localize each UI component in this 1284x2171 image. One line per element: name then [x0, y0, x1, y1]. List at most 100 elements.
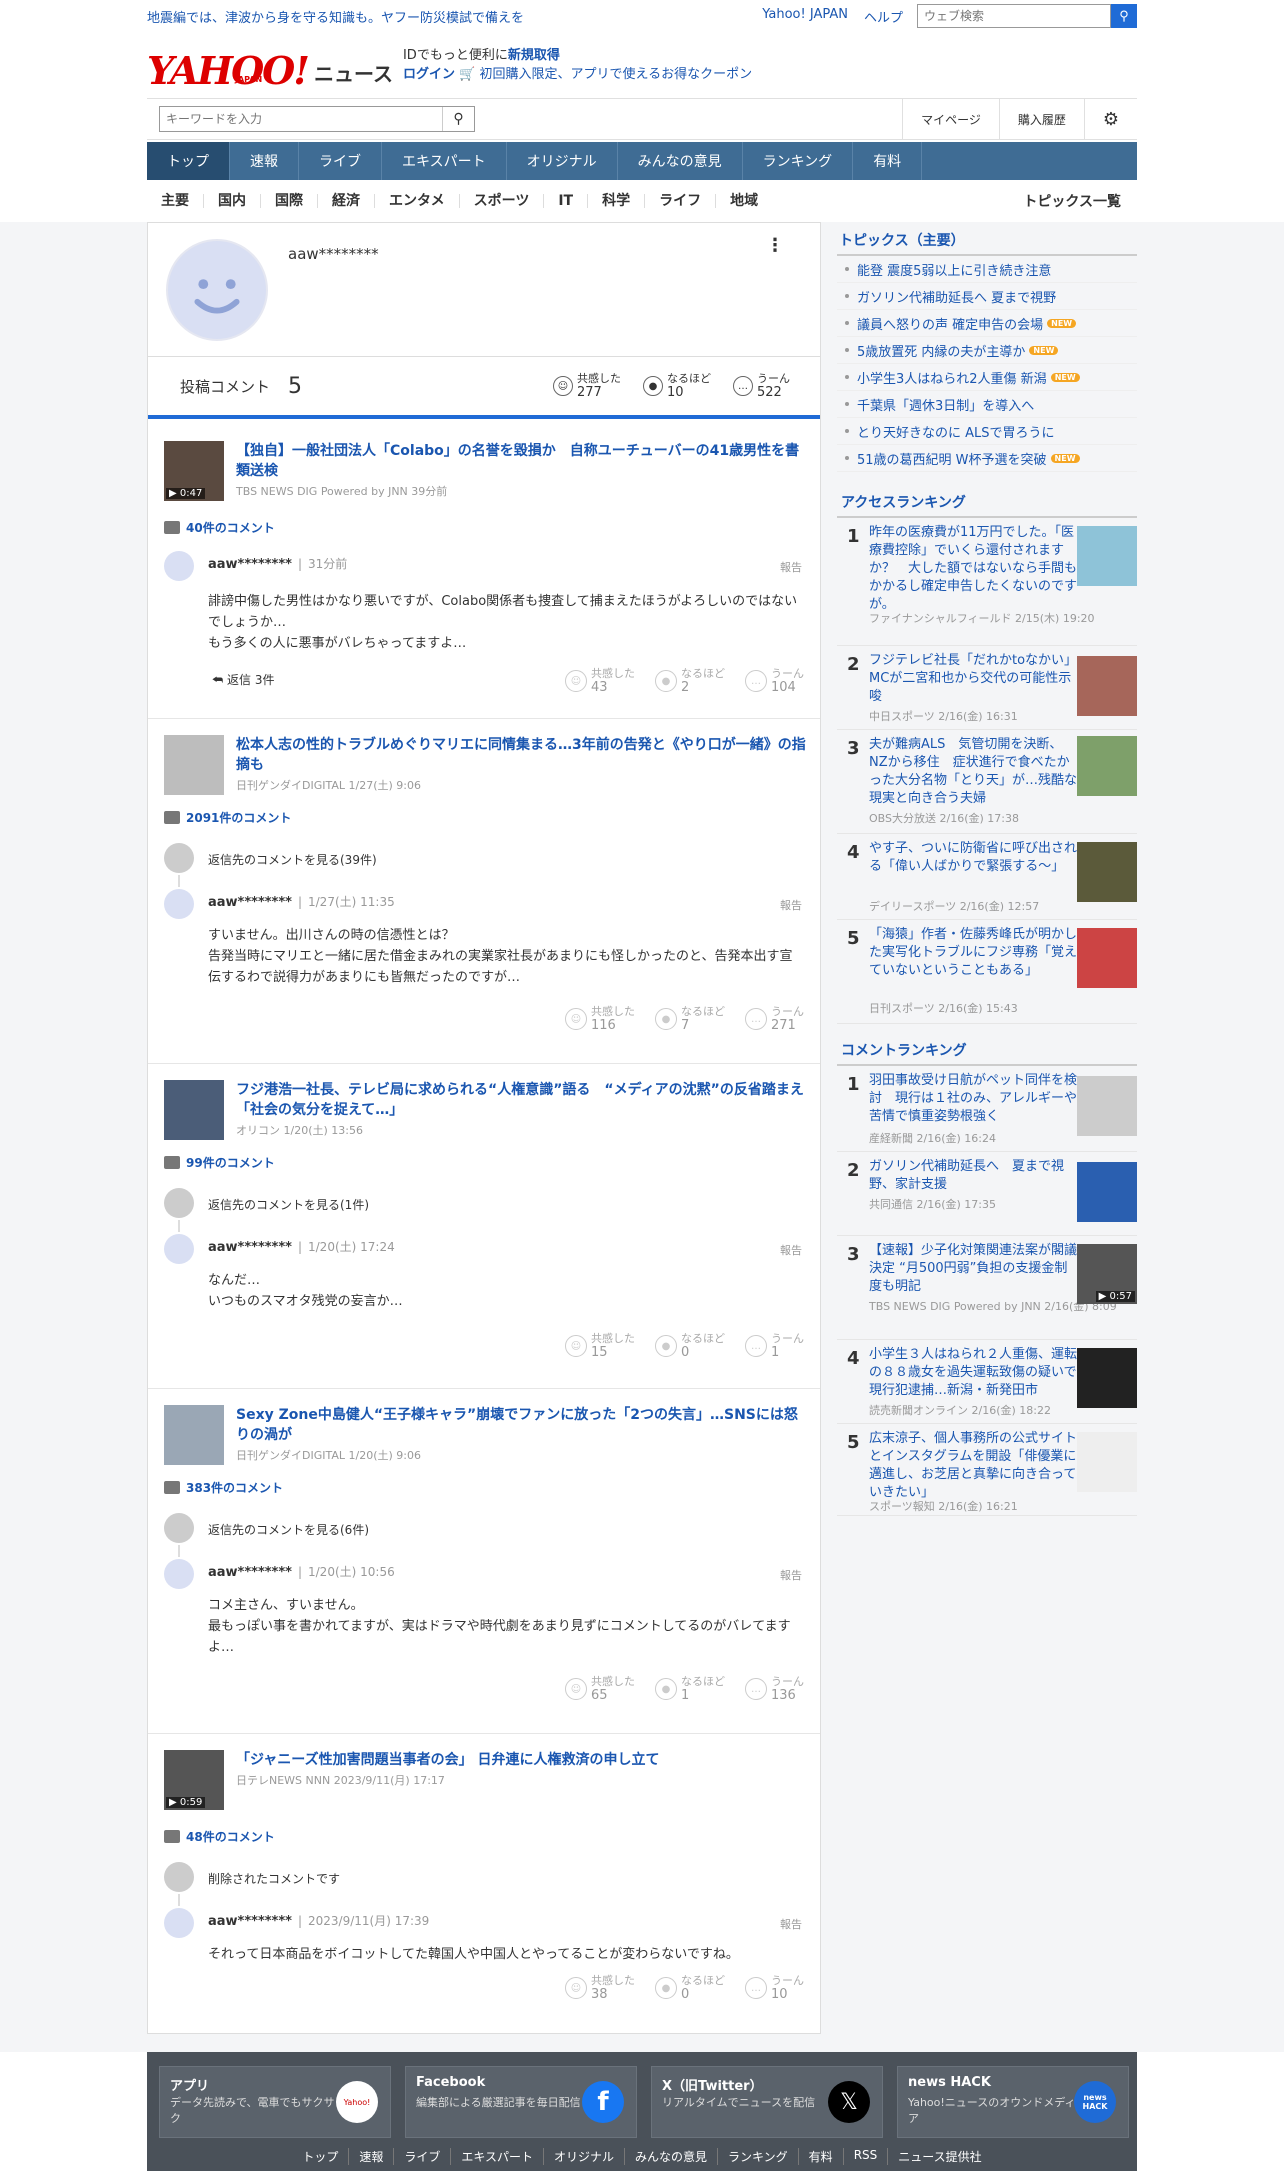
- nav-live[interactable]: ライブ: [299, 142, 382, 180]
- footer-link-breaking[interactable]: 速報: [349, 2148, 395, 2165]
- nav-original[interactable]: オリジナル: [507, 142, 618, 180]
- footer-link-original[interactable]: オリジナル: [544, 2148, 626, 2165]
- footer-newshack-card[interactable]: news HACK Yahoo!ニュースのオウンドメディア news HACK: [897, 2066, 1129, 2138]
- nod-button[interactable]: ● なるほど 0: [655, 1332, 725, 1360]
- article-thumbnail[interactable]: [164, 1405, 224, 1465]
- nav-ranking[interactable]: ランキング: [743, 142, 854, 180]
- ranking-item[interactable]: 5 広末涼子、個人事務所の公式サイトとインスタグラムを開設「俳優業に邁進し、お芝居…: [837, 1424, 1137, 1516]
- article-thumbnail[interactable]: [164, 1080, 224, 1140]
- comment-count-link[interactable]: 2091件のコメント: [164, 809, 291, 826]
- hmm-button[interactable]: … うーん 1: [745, 1332, 804, 1360]
- ranking-item[interactable]: 3 夫が難病ALS 気管切開を決断、NZから移住 症状進行で食べたかった大分名物「…: [837, 730, 1137, 834]
- gear-icon[interactable]: ⚙: [1083, 99, 1137, 139]
- cat-entertainment[interactable]: エンタメ: [375, 194, 460, 208]
- reply-button[interactable]: ⮪ 返信 3件: [212, 671, 274, 688]
- report-link[interactable]: 報告: [780, 1567, 802, 1583]
- topic-item[interactable]: 能登 震度5弱以上に引き続き注意: [837, 256, 1137, 283]
- footer-facebook-card[interactable]: Facebook 編集部による厳選記事を毎日配信 f: [405, 2066, 637, 2138]
- topic-item[interactable]: 51歳の葛西紀明 W杯予選を突破 NEW: [837, 445, 1137, 472]
- comment-count-link[interactable]: 40件のコメント: [164, 519, 275, 536]
- topics-heading[interactable]: トピックス（主要）: [837, 222, 1137, 256]
- parent-comment-link[interactable]: 返信先のコメントを見る(39件): [208, 851, 377, 868]
- ranking-item[interactable]: 2 ガソリン代補助延長へ 夏まで視野、家計支援 共同通信 2/16(金) 17:35: [837, 1152, 1137, 1236]
- signup-link[interactable]: 新規取得: [508, 48, 560, 63]
- footer-link-rss[interactable]: RSS: [844, 2148, 889, 2165]
- cat-main[interactable]: 主要: [147, 194, 204, 208]
- nav-expert[interactable]: エキスパート: [382, 142, 507, 180]
- article-thumbnail[interactable]: [164, 735, 224, 795]
- cat-world[interactable]: 国際: [261, 194, 318, 208]
- cat-life[interactable]: ライフ: [645, 194, 717, 208]
- nav-top[interactable]: トップ: [147, 142, 230, 180]
- footer-link-paid[interactable]: 有料: [799, 2148, 844, 2165]
- comment-count-link[interactable]: 99件のコメント: [164, 1154, 275, 1171]
- footer-link-expert[interactable]: エキスパート: [451, 2148, 544, 2165]
- ranking-item[interactable]: 1 羽田事故受け日航がペット同伴を検討 現行は１社のみ、アレルギーや苦情で慎重姿勢…: [837, 1066, 1137, 1152]
- comment-count-link[interactable]: 48件のコメント: [164, 1828, 275, 1845]
- nav-opinion[interactable]: みんなの意見: [618, 142, 743, 180]
- topics-list-link[interactable]: トピックス一覧: [1023, 191, 1121, 211]
- report-link[interactable]: 報告: [780, 1242, 802, 1258]
- footer-x-card[interactable]: X（旧Twitter） リアルタイムでニュースを配信 𝕏: [651, 2066, 883, 2138]
- parent-comment-link[interactable]: 返信先のコメントを見る(1件): [208, 1196, 369, 1213]
- cat-sports[interactable]: スポーツ: [460, 194, 545, 208]
- disaster-promo-link[interactable]: 地震編では、津波から身を守る知識も。ヤフー防災模試で備えを: [147, 7, 762, 26]
- hmm-button[interactable]: … うーん 10: [745, 1974, 804, 2002]
- article-title-link[interactable]: Sexy Zone中島健人“王子様キャラ”崩壊でファンに放った「2つの失言」…S…: [236, 1405, 806, 1445]
- cat-domestic[interactable]: 国内: [204, 194, 261, 208]
- hmm-button[interactable]: … うーん 104: [745, 667, 804, 695]
- login-link[interactable]: ログイン: [403, 67, 455, 82]
- topic-item[interactable]: 議員へ怒りの声 確定申告の会場 NEW: [837, 310, 1137, 337]
- agree-button[interactable]: ☺ 共感した 15: [565, 1332, 635, 1360]
- mypage-link[interactable]: マイページ: [902, 99, 999, 139]
- report-link[interactable]: 報告: [780, 897, 802, 913]
- article-title-link[interactable]: フジ港浩一社長、テレビ局に求められる“人権意識”語る “メディアの沈黙”の反省踏…: [236, 1080, 806, 1120]
- access-ranking-heading[interactable]: アクセスランキング: [837, 484, 1137, 518]
- topic-item[interactable]: 5歳放置死 内縁の夫が主導か NEW: [837, 337, 1137, 364]
- footer-link-providers[interactable]: ニュース提供社: [888, 2148, 991, 2165]
- nod-button[interactable]: ● なるほど 0: [655, 1974, 725, 2002]
- article-thumbnail[interactable]: ▶ 0:47: [164, 441, 224, 501]
- help-link[interactable]: ヘルプ: [864, 7, 903, 26]
- footer-link-top[interactable]: トップ: [292, 2148, 350, 2165]
- article-thumbnail[interactable]: ▶ 0:59: [164, 1750, 224, 1810]
- agree-button[interactable]: ☺ 共感した 38: [565, 1974, 635, 2002]
- cat-it[interactable]: IT: [544, 194, 589, 208]
- hmm-button[interactable]: … うーん 136: [745, 1675, 804, 1703]
- purchase-history-link[interactable]: 購入履歴: [998, 99, 1084, 139]
- web-search-button[interactable]: ⚲: [1111, 4, 1137, 28]
- ranking-item[interactable]: 2 フジテレビ社長「だれかtoなかい」MCが二宮和也から交代の可能性示唆 中日スポー…: [837, 646, 1137, 730]
- footer-link-live[interactable]: ライブ: [394, 2148, 452, 2165]
- ranking-item[interactable]: 1 昨年の医療費が11万円でした。「医療費控除」でいくら還付されますか？ 大した額…: [837, 518, 1137, 646]
- article-title-link[interactable]: 「ジャニーズ性加害問題当事者の会」 日弁連に人権救済の申し立て: [236, 1750, 806, 1770]
- article-title-link[interactable]: 【独自】一般社団法人「Colabo」の名誉を毀損か 自称ユーチューバーの41歳男…: [236, 441, 806, 481]
- agree-button[interactable]: ☺ 共感した 43: [565, 667, 635, 695]
- nav-paid[interactable]: 有料: [853, 142, 923, 180]
- cat-local[interactable]: 地域: [716, 194, 772, 208]
- yahoo-japan-link[interactable]: Yahoo! JAPAN: [762, 7, 848, 26]
- yahoo-news-logo[interactable]: YAHOO! JAPAN ニュース: [147, 40, 393, 90]
- ranking-item[interactable]: 3 【速報】少子化対策関連法案が閣議決定 “月500円弱”負担の支援金制度も明記 T…: [837, 1236, 1137, 1340]
- footer-link-ranking[interactable]: ランキング: [718, 2148, 799, 2165]
- web-search-input[interactable]: [917, 4, 1111, 28]
- coupon-link[interactable]: 初回購入限定、アプリで使えるお得なクーポン: [479, 67, 752, 82]
- topic-item[interactable]: ガソリン代補助延長へ 夏まで視野: [837, 283, 1137, 310]
- more-options-icon[interactable]: ⋮: [766, 235, 784, 256]
- report-link[interactable]: 報告: [780, 559, 802, 575]
- nod-button[interactable]: ● なるほど 1: [655, 1675, 725, 1703]
- nod-button[interactable]: ● なるほど 2: [655, 667, 725, 695]
- footer-app-card[interactable]: アプリ データ先読みで、電車でもサクサク Yahoo!: [159, 2066, 391, 2138]
- hmm-button[interactable]: … うーん 271: [745, 1005, 804, 1033]
- ranking-item[interactable]: 4 小学生３人はねられ２人重傷、運転の８８歳女を過失運転致傷の疑いで現行犯逮捕…新…: [837, 1340, 1137, 1424]
- keyword-search-input[interactable]: [160, 107, 442, 131]
- topic-item[interactable]: 千葉県「週休3日制」を導入へ: [837, 391, 1137, 418]
- ranking-item[interactable]: 5 「海猿」作者・佐藤秀峰氏が明かした実写化トラブルにフジ専務「覚えていないという…: [837, 920, 1137, 1024]
- cat-economy[interactable]: 経済: [318, 194, 375, 208]
- cat-science[interactable]: 科学: [588, 194, 646, 208]
- footer-link-opinion[interactable]: みんなの意見: [625, 2148, 719, 2165]
- report-link[interactable]: 報告: [780, 1916, 802, 1932]
- comment-ranking-heading[interactable]: コメントランキング: [837, 1032, 1137, 1066]
- keyword-search-icon[interactable]: ⚲: [442, 107, 474, 131]
- comment-count-link[interactable]: 383件のコメント: [164, 1479, 283, 1496]
- article-title-link[interactable]: 松本人志の性的トラブルめぐりマリエに同情集まる…3年前の告発と《やり口が一緒》の…: [236, 735, 806, 775]
